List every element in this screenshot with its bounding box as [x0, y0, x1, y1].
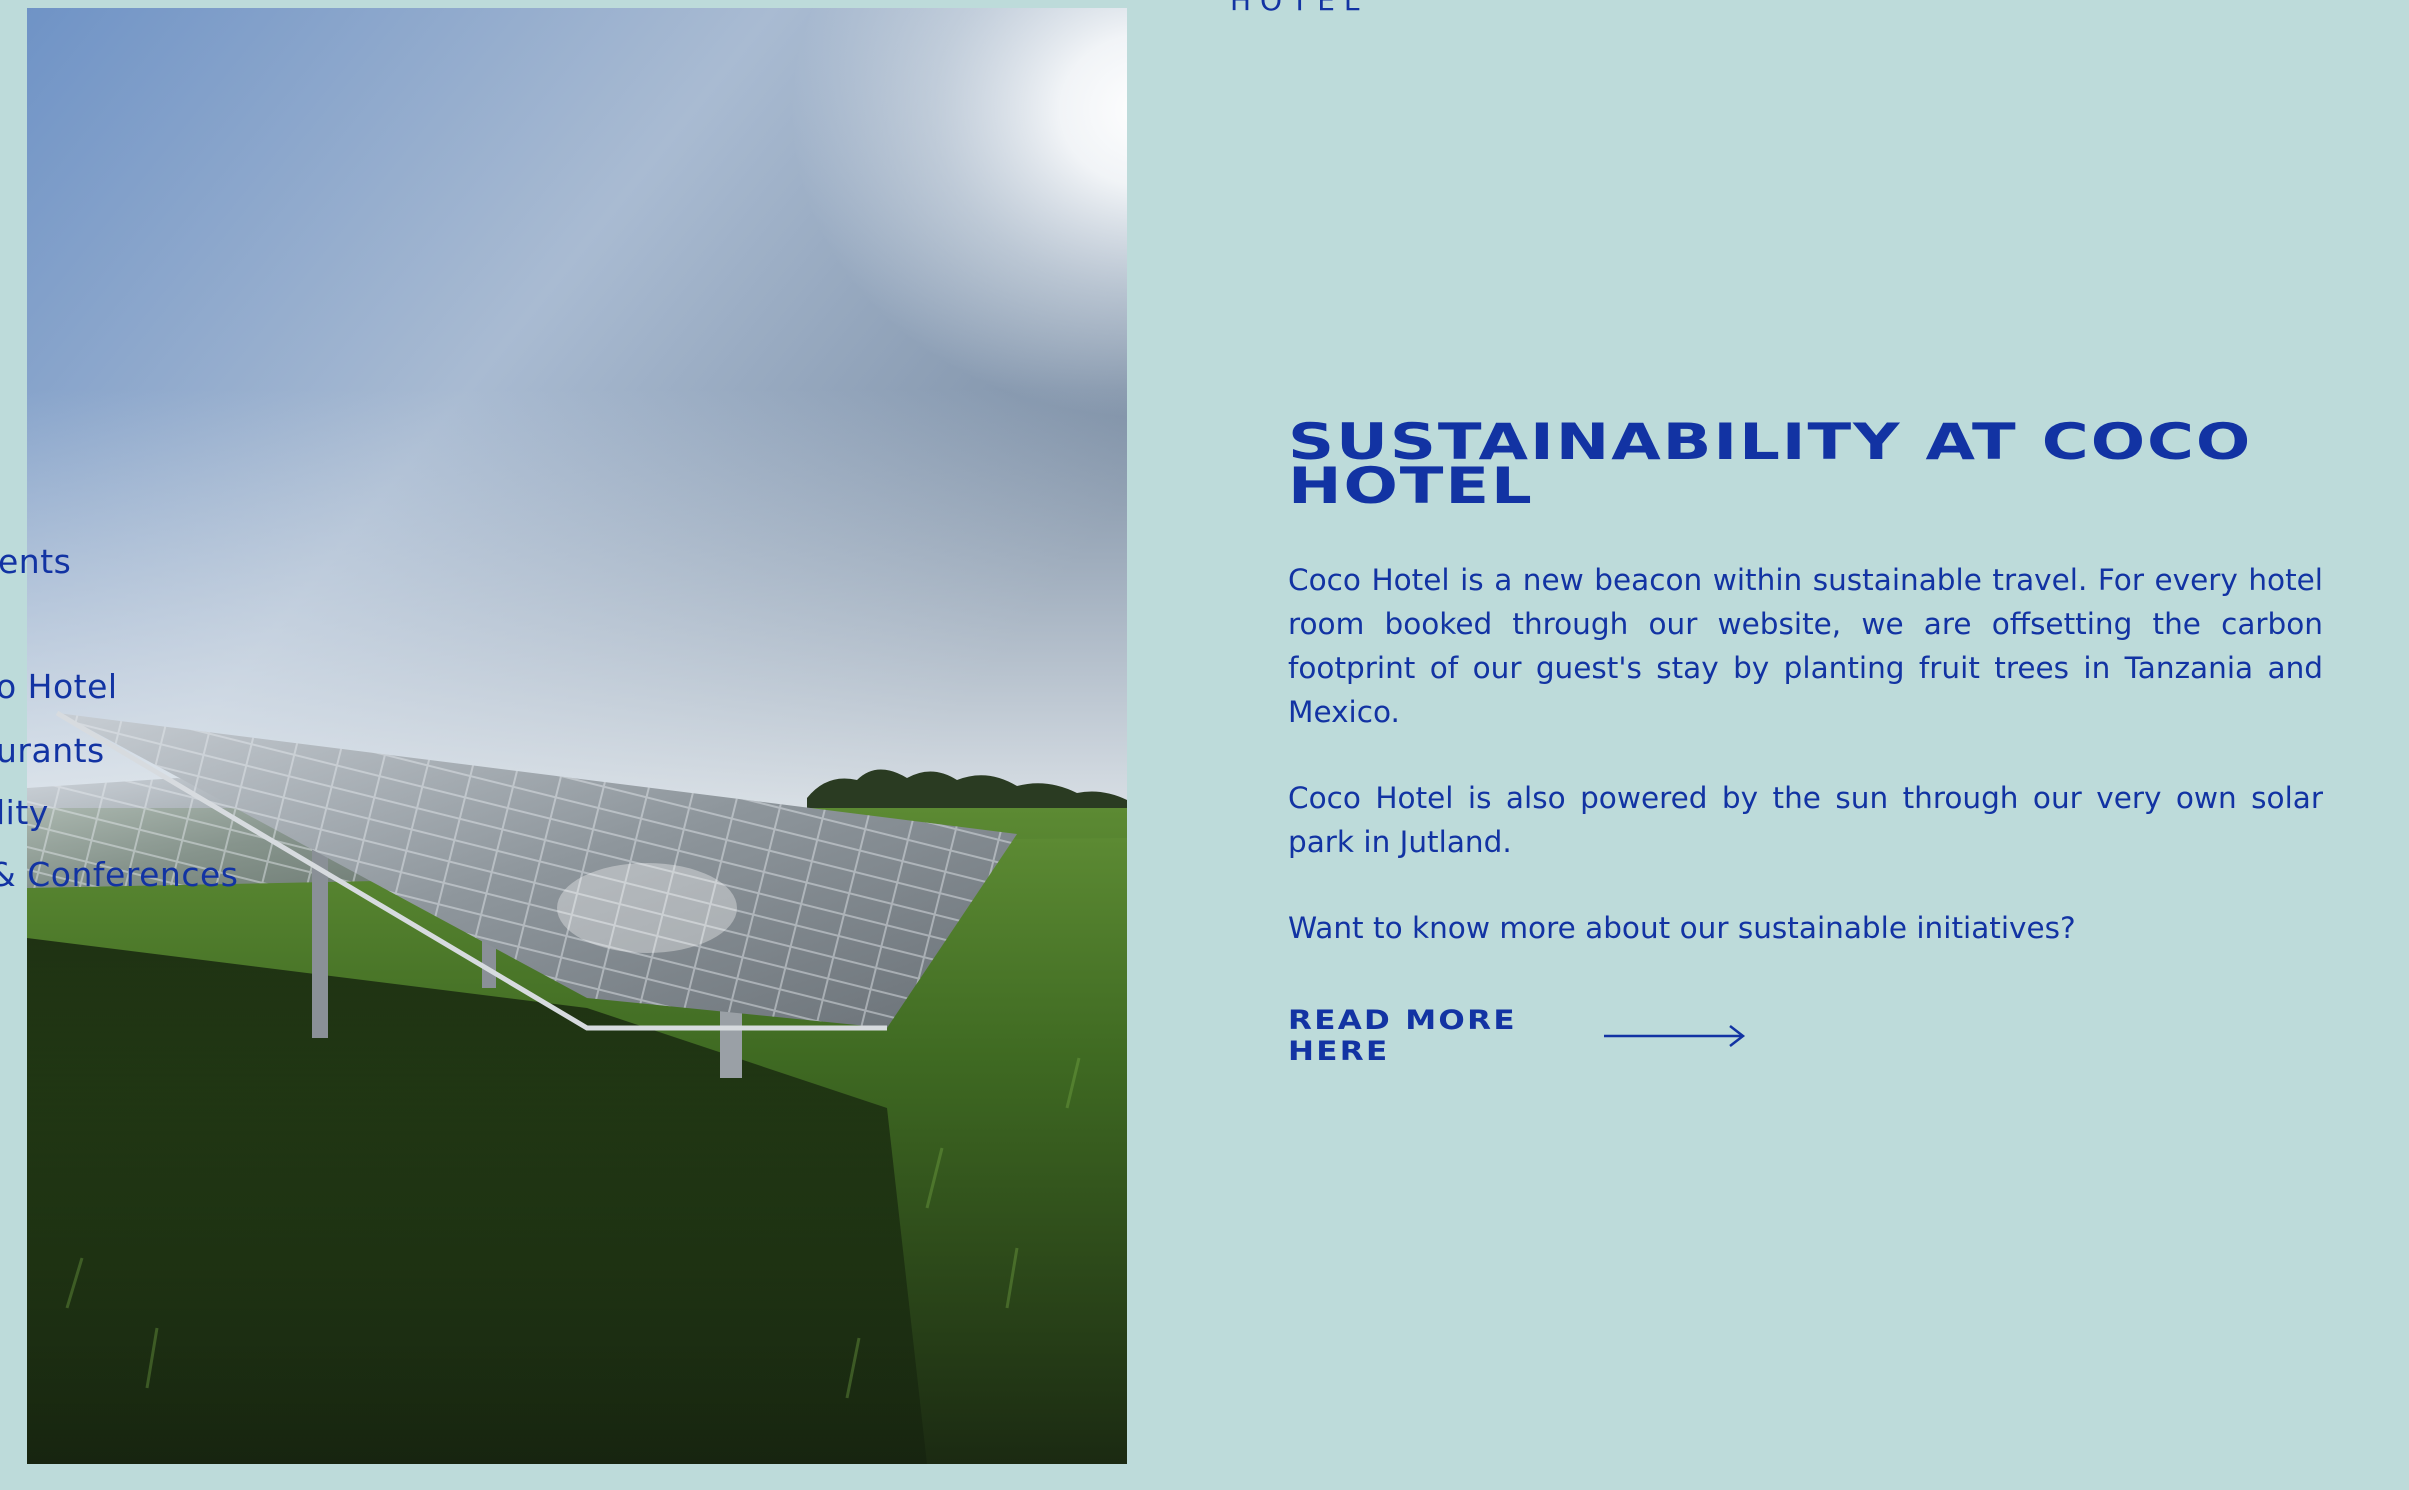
- nav-item-sustainability[interactable]: lity: [0, 793, 49, 832]
- page: ents o Hotel urants lity & Conferences H…: [0, 0, 2409, 1490]
- brand-logo-text[interactable]: HOTEL: [1230, 0, 1369, 17]
- side-nav: ents o Hotel urants lity & Conferences: [0, 0, 260, 1000]
- nav-item-coco-hotel[interactable]: o Hotel: [0, 667, 118, 706]
- read-more-label: READ MORE HERE: [1288, 1005, 1517, 1067]
- read-more-link[interactable]: READ MORE HERE: [1288, 1005, 1746, 1067]
- solar-paragraph: Coco Hotel is also powered by the sun th…: [1288, 781, 2323, 859]
- nav-item-restaurants[interactable]: urants: [0, 731, 105, 770]
- nav-item-meetings-conferences[interactable]: & Conferences: [0, 855, 239, 894]
- page-title: SUSTAINABILITY AT COCO HOTEL: [1288, 413, 2253, 515]
- main-content: SUSTAINABILITY AT COCO HOTEL Coco Hotel …: [1288, 413, 2323, 950]
- nav-item-events[interactable]: ents: [0, 542, 71, 581]
- arrow-right-icon: [1604, 1025, 1746, 1047]
- question-paragraph: Want to know more about our sustainable …: [1288, 911, 2076, 945]
- intro-paragraph: Coco Hotel is a new beacon within sustai…: [1288, 563, 2323, 729]
